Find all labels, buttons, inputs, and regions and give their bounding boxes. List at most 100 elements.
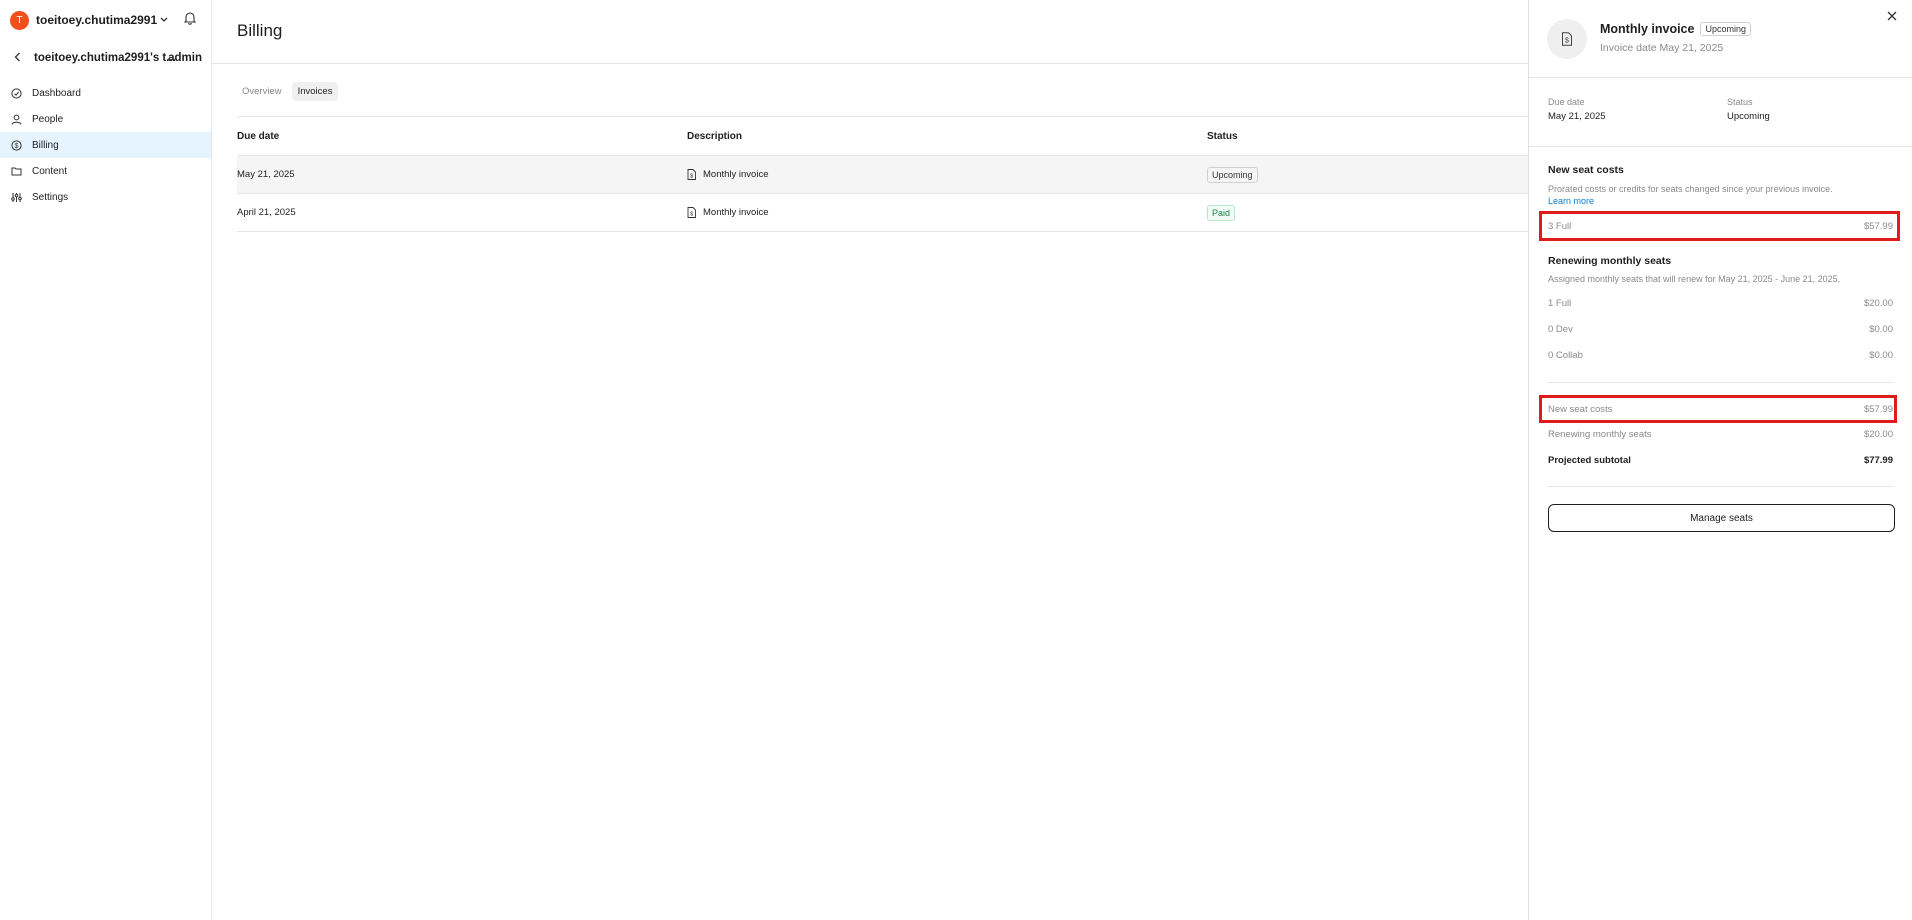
- close-icon[interactable]: [1886, 9, 1900, 23]
- row-description: $ Monthly invoice: [687, 206, 1207, 219]
- main-content: Billing Overview Invoices Due date Descr…: [212, 0, 1528, 920]
- invoice-detail-panel: $ Monthly invoice Upcoming Invoice date …: [1528, 0, 1912, 920]
- tab-invoices[interactable]: Invoices: [291, 82, 339, 101]
- status-badge: Upcoming: [1207, 166, 1258, 183]
- invoice-date: Invoice date May 21, 2025: [1600, 42, 1724, 54]
- row-due-date: May 21, 2025: [237, 169, 295, 180]
- line-label: New seat costs: [1548, 404, 1613, 415]
- renewing-seats-description: Assigned monthly seats that will renew f…: [1548, 274, 1841, 284]
- status-badge: Upcoming: [1700, 22, 1751, 36]
- status-badge: Paid: [1207, 204, 1236, 221]
- svg-text:$: $: [690, 211, 693, 217]
- renewing-line: 1 Full $20.00: [1548, 298, 1893, 309]
- sidebar-item-dashboard[interactable]: Dashboard: [0, 80, 211, 106]
- sidebar-item-label: Billing: [32, 139, 59, 151]
- manage-seats-button[interactable]: Manage seats: [1548, 504, 1895, 532]
- document-icon: $: [687, 168, 697, 181]
- renewing-seats-title: Renewing monthly seats: [1548, 255, 1672, 267]
- new-seat-line: 3 Full $57.99: [1548, 221, 1893, 232]
- line-amount: $20.00: [1863, 429, 1893, 440]
- new-seat-costs-title: New seat costs: [1548, 164, 1624, 176]
- due-date-value: May 21, 2025: [1548, 111, 1606, 122]
- svg-text:$: $: [14, 143, 18, 150]
- row-due-date: April 21, 2025: [237, 207, 296, 218]
- table-row[interactable]: May 21, 2025 $ Monthly invoice Upcoming: [237, 156, 1528, 194]
- sidebar-item-label: People: [32, 113, 64, 125]
- table-header: Due date Description Status: [237, 117, 1528, 156]
- divider: [212, 63, 1528, 64]
- sidebar-item-label: Dashboard: [32, 87, 81, 99]
- sidebar-item-settings[interactable]: Settings: [0, 184, 211, 210]
- line-amount: $20.00: [1863, 298, 1893, 309]
- panel-title-row: Monthly invoice Upcoming: [1600, 22, 1751, 36]
- avatar: T: [10, 10, 29, 30]
- sidebar: T toeitoey.chutima2991 toeitoey.chutima2…: [0, 0, 212, 920]
- renewing-line: 0 Dev $0.00: [1548, 324, 1893, 335]
- line-label: 0 Dev: [1548, 324, 1573, 335]
- dollar-icon: $: [10, 139, 22, 151]
- sidebar-item-label: Content: [32, 165, 68, 177]
- person-icon: [10, 113, 22, 125]
- team-name: toeitoey.chutima2991's t...: [34, 52, 176, 64]
- invoices-table: Due date Description Status May 21, 2025…: [237, 116, 1528, 232]
- line-amount: $0.00: [1869, 324, 1893, 335]
- new-seat-costs-description: Prorated costs or credits for seats chan…: [1548, 184, 1833, 194]
- panel-title: Monthly invoice: [1600, 22, 1695, 36]
- line-label: 1 Full: [1548, 298, 1572, 309]
- tab-bar: Overview Invoices: [236, 82, 342, 101]
- sidebar-item-billing[interactable]: $ Billing: [0, 132, 211, 158]
- summary-renewing-line: Renewing monthly seats $20.00: [1548, 429, 1893, 440]
- back-arrow-icon[interactable]: [14, 51, 24, 65]
- line-label: 3 Full: [1548, 221, 1572, 232]
- divider: [1529, 77, 1912, 78]
- due-date-label: Due date: [1548, 97, 1585, 107]
- row-description: $ Monthly invoice: [687, 168, 1207, 181]
- svg-text:$: $: [690, 173, 693, 179]
- svg-text:$: $: [1565, 38, 1569, 45]
- billing-app: T toeitoey.chutima2991 toeitoey.chutima2…: [0, 0, 1912, 920]
- status-value: Upcoming: [1727, 111, 1770, 122]
- summary-new-seat-line: New seat costs $57.99: [1548, 404, 1893, 415]
- row-description-text: Monthly invoice: [703, 207, 769, 218]
- renewing-line: 0 Collab $0.00: [1548, 350, 1893, 361]
- sidebar-item-label: Settings: [32, 191, 69, 203]
- due-date-block: Due date May 21, 2025: [1548, 97, 1606, 122]
- invoice-icon: $: [1547, 19, 1587, 59]
- page-title: Billing: [237, 21, 283, 40]
- divider: [1548, 382, 1894, 383]
- tab-overview[interactable]: Overview: [236, 82, 288, 101]
- user-name: toeitoey.chutima2991: [36, 13, 158, 27]
- row-status: Upcoming: [1207, 166, 1507, 183]
- team-header: toeitoey.chutima2991's t... admin: [0, 49, 212, 67]
- folder-icon: [10, 165, 22, 177]
- column-header-description: Description: [687, 130, 743, 142]
- line-amount: $57.99: [1863, 221, 1893, 232]
- dashboard-icon: [10, 87, 22, 99]
- column-header-due-date: Due date: [237, 130, 280, 142]
- table-row[interactable]: April 21, 2025 $ Monthly invoice Paid: [237, 194, 1528, 232]
- column-header-status: Status: [1207, 130, 1238, 142]
- team-role: admin: [168, 52, 202, 64]
- row-description-text: Monthly invoice: [703, 169, 769, 180]
- line-label: Projected subtotal: [1548, 455, 1631, 466]
- line-amount: $0.00: [1869, 350, 1893, 361]
- projected-subtotal-line: Projected subtotal $77.99: [1548, 455, 1893, 466]
- status-block: Status Upcoming: [1727, 97, 1770, 122]
- status-label: Status: [1727, 97, 1753, 107]
- divider: [1548, 486, 1894, 487]
- sidebar-item-people[interactable]: People: [0, 106, 211, 132]
- line-label: 0 Collab: [1548, 350, 1583, 361]
- line-amount: $57.99: [1863, 404, 1893, 415]
- sliders-icon: [10, 191, 22, 203]
- document-icon: $: [687, 206, 697, 219]
- chevron-down-icon: [160, 15, 168, 25]
- divider: [1529, 146, 1912, 147]
- bell-icon[interactable]: [183, 11, 198, 27]
- user-menu[interactable]: T toeitoey.chutima2991: [10, 10, 168, 30]
- line-label: Renewing monthly seats: [1548, 429, 1652, 440]
- learn-more-link[interactable]: Learn more: [1548, 196, 1594, 206]
- sidebar-nav: Dashboard People $ Billing Content Setti…: [0, 80, 211, 210]
- row-status: Paid: [1207, 204, 1507, 221]
- sidebar-item-content[interactable]: Content: [0, 158, 211, 184]
- line-amount: $77.99: [1863, 455, 1893, 466]
